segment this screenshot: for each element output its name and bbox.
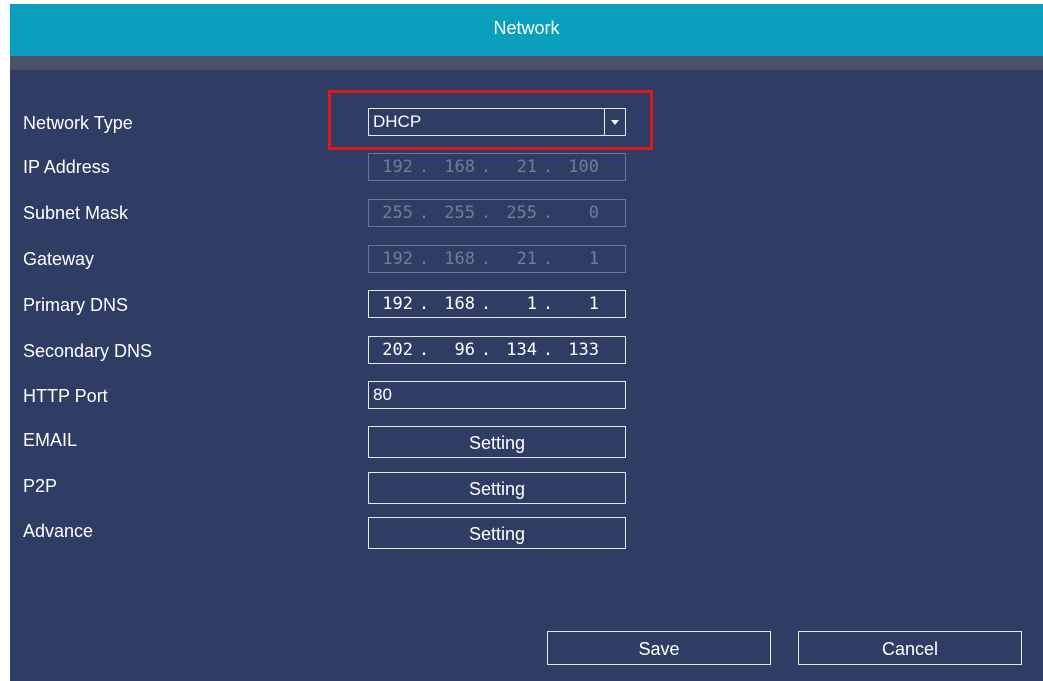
ip-octet: 0 <box>588 203 599 223</box>
ip-separator: . <box>542 203 554 223</box>
email-setting-button[interactable]: Setting <box>368 426 626 458</box>
ip-separator: . <box>542 294 554 314</box>
ip-separator: . <box>480 340 492 360</box>
ip-separator: . <box>480 249 492 269</box>
ip-octet: 1 <box>526 294 537 314</box>
ip-octet: 255 <box>444 203 475 223</box>
ip-octet: 202 <box>382 340 413 360</box>
ip-separator: . <box>418 294 430 314</box>
http-port-label: HTTP Port <box>23 386 108 406</box>
ip-separator: . <box>480 203 492 223</box>
highlight-box <box>328 90 653 150</box>
subnet-mask-field[interactable]: 255. 255. 255. 0 <box>368 199 626 227</box>
gateway-label: Gateway <box>23 249 95 269</box>
ip-octet: 21 <box>516 157 537 177</box>
ip-octet: 168 <box>444 294 475 314</box>
ip-address-label: IP Address <box>23 157 110 177</box>
ip-separator: . <box>542 157 554 177</box>
ip-octet: 168 <box>444 249 475 269</box>
ip-octet: 21 <box>516 249 537 269</box>
ip-octet: 255 <box>506 203 537 223</box>
network-type-label: Network Type <box>23 113 133 133</box>
ip-separator: . <box>542 340 554 360</box>
ip-octet: 133 <box>568 340 599 360</box>
save-button[interactable]: Save <box>547 631 771 665</box>
ip-octet: 1 <box>588 294 599 314</box>
secondary-dns-label: Secondary DNS <box>23 341 153 361</box>
secondary-dns-field[interactable]: 202. 96. 134. 133 <box>368 336 626 364</box>
ip-address-field[interactable]: 192. 168. 21. 100 <box>368 153 626 181</box>
primary-dns-field[interactable]: 192. 168. 1. 1 <box>368 290 626 318</box>
subnet-mask-label: Subnet Mask <box>23 203 129 223</box>
cancel-button[interactable]: Cancel <box>798 631 1022 665</box>
p2p-label: P2P <box>23 476 58 496</box>
ip-separator: . <box>418 157 430 177</box>
advance-label: Advance <box>23 521 94 541</box>
ip-octet: 168 <box>444 157 475 177</box>
ip-separator: . <box>418 340 430 360</box>
ip-separator: . <box>418 203 430 223</box>
primary-dns-label: Primary DNS <box>23 295 129 315</box>
ip-octet: 1 <box>588 249 599 269</box>
title-divider <box>10 56 1043 70</box>
ip-octet: 192 <box>382 249 413 269</box>
ip-octet: 134 <box>506 340 537 360</box>
ip-octet: 96 <box>454 340 475 360</box>
ip-separator: . <box>480 157 492 177</box>
network-dialog: Network Network Type DHCP IP Address 192… <box>10 4 1043 681</box>
ip-octet: 192 <box>382 157 413 177</box>
p2p-setting-button[interactable]: Setting <box>368 472 626 504</box>
window-title: Network <box>10 4 1043 56</box>
ip-octet: 100 <box>568 157 599 177</box>
ip-octet: 192 <box>382 294 413 314</box>
ip-separator: . <box>542 249 554 269</box>
ip-octet: 255 <box>382 203 413 223</box>
advance-setting-button[interactable]: Setting <box>368 517 626 549</box>
ip-separator: . <box>480 294 492 314</box>
gateway-field[interactable]: 192. 168. 21. 1 <box>368 245 626 273</box>
http-port-input[interactable]: 80 <box>368 381 626 409</box>
ip-separator: . <box>418 249 430 269</box>
email-label: EMAIL <box>23 430 78 450</box>
